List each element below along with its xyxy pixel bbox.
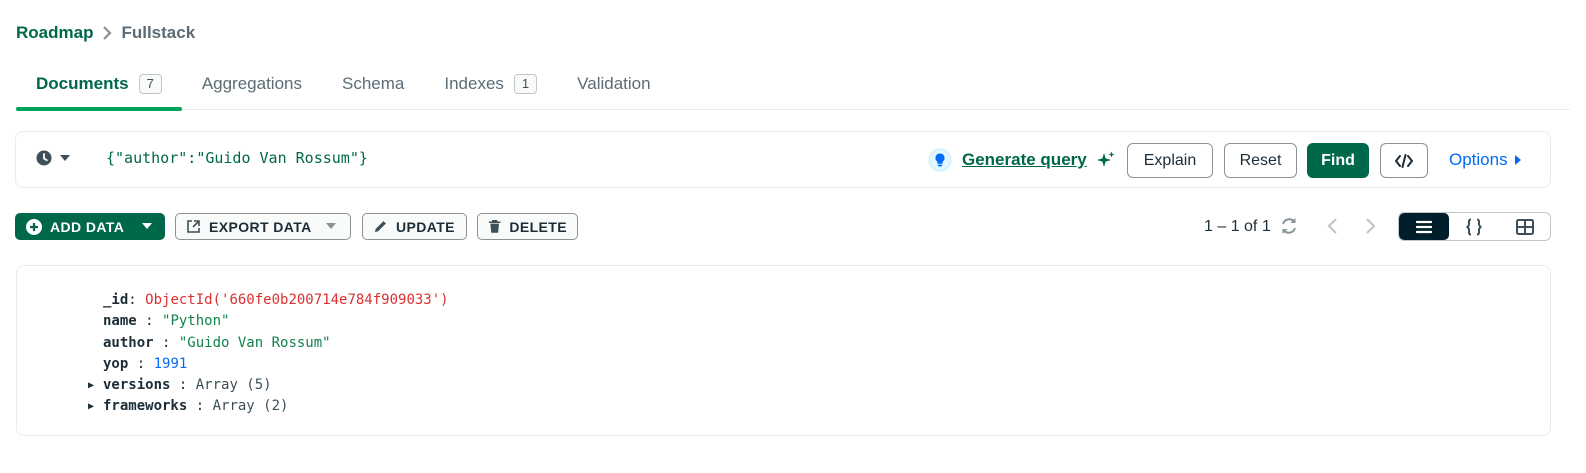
field-key: author: [103, 334, 154, 351]
plus-circle-icon: [26, 218, 42, 235]
update-label: UPDATE: [396, 218, 455, 235]
list-view-button[interactable]: [1399, 213, 1450, 240]
query-history-button[interactable]: [36, 150, 70, 166]
export-icon: [187, 220, 200, 233]
tab-validation[interactable]: Validation: [557, 58, 670, 109]
breadcrumb: Roadmap Fullstack: [16, 22, 195, 44]
update-button[interactable]: UPDATE: [362, 213, 467, 240]
field-key: frameworks: [103, 398, 188, 415]
tab-aggregations[interactable]: Aggregations: [182, 58, 322, 109]
trash-icon: [488, 220, 501, 233]
add-data-label: ADD DATA: [50, 218, 125, 235]
pencil-icon: [375, 221, 386, 232]
find-button[interactable]: Find: [1307, 143, 1369, 178]
field-row-id: _id: ObjectId('660fe0b200714e784f909033'…: [103, 292, 449, 308]
tab-label: Schema: [342, 73, 405, 93]
query-brace-open: {: [106, 149, 116, 167]
query-filter-input[interactable]: {"author":"Guido Van Rossum"}: [106, 149, 368, 167]
options-label: Options: [1449, 150, 1508, 169]
tab-label: Validation: [577, 73, 651, 93]
field-value: "Python": [162, 313, 230, 330]
field-value: Array (5): [195, 377, 272, 394]
tab-label: Aggregations: [201, 73, 302, 93]
tab-schema[interactable]: Schema: [322, 58, 424, 109]
query-colon: :: [187, 149, 197, 167]
chevron-right-icon: [103, 26, 113, 40]
field-key: versions: [103, 377, 171, 394]
chevron-left-icon[interactable]: [1326, 216, 1340, 236]
field-value: "Guido Van Rossum": [178, 334, 331, 351]
code-icon: [1395, 153, 1413, 168]
field-row-versions: ▶ versions : Array (5): [88, 375, 449, 396]
field-row-frameworks: ▶ frameworks : Array (2): [88, 396, 449, 417]
tab-count-badge: 1: [513, 73, 538, 94]
document-card[interactable]: _id: ObjectId('660fe0b200714e784f909033'…: [16, 265, 1551, 436]
field-value: 1991: [153, 355, 188, 372]
lightbulb-icon: [928, 148, 952, 172]
tab-documents[interactable]: Documents 7: [16, 58, 182, 111]
reset-button[interactable]: Reset: [1224, 143, 1297, 178]
view-toggle: [1398, 212, 1551, 241]
document-fields: _id: ObjectId('660fe0b200714e784f909033'…: [88, 290, 449, 418]
caret-down-icon: [142, 223, 153, 229]
open-query-code-button[interactable]: [1380, 143, 1428, 178]
field-key: _id: [103, 292, 129, 308]
tab-indexes[interactable]: Indexes 1: [424, 58, 557, 109]
query-value: "Guido Van Rossum": [196, 149, 359, 167]
collection-tabs: Documents 7 Aggregations Schema Indexes …: [16, 58, 1570, 111]
field-key: yop: [103, 355, 129, 372]
export-data-label: EXPORT DATA: [209, 218, 312, 235]
expand-caret-icon[interactable]: ▶: [88, 375, 98, 396]
field-value: Array (2): [212, 398, 289, 415]
field-key: name: [103, 313, 137, 330]
query-bar: {"author":"Guido Van Rossum"} Generate q…: [15, 131, 1551, 188]
table-view-icon: [1515, 218, 1534, 235]
export-data-button[interactable]: EXPORT DATA: [175, 213, 351, 240]
breadcrumb-root[interactable]: Roadmap: [16, 23, 93, 43]
list-view-icon: [1416, 220, 1433, 233]
query-brace-close: }: [358, 149, 368, 167]
generate-query: Generate query: [928, 148, 1115, 172]
query-key: "author": [115, 149, 188, 167]
pagination-summary: 1 – 1 of 1: [1204, 218, 1271, 235]
breadcrumb-current[interactable]: Fullstack: [121, 23, 195, 43]
caret-down-icon: [325, 223, 336, 229]
sparkle-icon: [1096, 151, 1115, 167]
generate-query-link[interactable]: Generate query: [962, 150, 1087, 170]
refresh-icon[interactable]: [1279, 216, 1299, 236]
clock-icon: [36, 150, 52, 166]
add-data-button[interactable]: ADD DATA: [15, 213, 165, 240]
json-view-button[interactable]: [1449, 213, 1499, 240]
field-value: ObjectId('660fe0b200714e784f909033'): [145, 292, 449, 308]
delete-label: DELETE: [509, 218, 567, 235]
tab-label: Documents: [36, 73, 129, 93]
query-options-toggle[interactable]: Options: [1449, 150, 1522, 170]
field-row-name: name : "Python": [103, 313, 230, 330]
tab-count-badge: 7: [138, 73, 162, 94]
caret-right-icon: [1514, 155, 1521, 165]
json-view-icon: [1466, 218, 1483, 235]
expand-caret-icon[interactable]: ▶: [88, 396, 98, 417]
table-view-button[interactable]: [1500, 213, 1550, 240]
chevron-right-icon[interactable]: [1363, 216, 1377, 236]
caret-down-icon: [60, 155, 70, 161]
tab-label: Indexes: [444, 73, 504, 93]
delete-button[interactable]: DELETE: [477, 213, 578, 240]
field-row-author: author : "Guido Van Rossum": [103, 334, 331, 351]
explain-button[interactable]: Explain: [1127, 143, 1213, 178]
field-row-yop: yop : 1991: [103, 355, 188, 372]
